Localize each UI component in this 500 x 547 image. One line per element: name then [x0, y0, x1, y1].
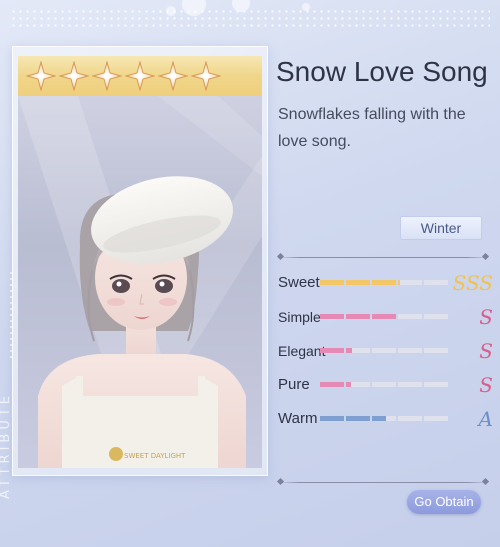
star-icon [191, 61, 221, 91]
season-tag: Winter [400, 216, 482, 240]
stat-row-elegant: Elegant S [278, 338, 493, 364]
section-divider [278, 482, 488, 483]
stat-bar-segment [424, 280, 448, 285]
stat-bar-segment [372, 416, 396, 421]
stat-bar-segment [346, 348, 370, 353]
stat-bar-segment [320, 416, 344, 421]
outfit-title: Snow Love Song [276, 56, 488, 87]
stat-bar-segment [424, 416, 448, 421]
star-icon [158, 61, 188, 91]
stat-grade: SSS [452, 271, 493, 295]
stat-bar-segment [424, 348, 448, 353]
stat-bar [320, 382, 448, 387]
stat-bar [320, 280, 448, 285]
stat-bar-segment [398, 382, 422, 387]
stat-label: Sweet [278, 274, 320, 291]
stat-bar-segment [372, 314, 396, 319]
stat-bar-segment [398, 416, 422, 421]
bubble-decoration [166, 6, 176, 16]
stat-bar-segment [398, 314, 422, 319]
bubble-decoration [302, 3, 310, 11]
stat-grade: A [478, 407, 493, 431]
stat-row-sweet: Sweet SSS [278, 270, 493, 296]
stat-label: Elegant [278, 343, 326, 359]
star-icon [26, 61, 56, 91]
stat-label: Warm [278, 410, 318, 427]
stat-bar-segment [320, 382, 344, 387]
stat-bar-segment [320, 280, 344, 285]
star-icon [59, 61, 89, 91]
stat-row-warm: Warm A [278, 406, 493, 432]
stat-bar-segment [372, 348, 396, 353]
decorative-dots-top [10, 8, 490, 30]
stat-grade: S [479, 339, 493, 363]
stat-bar-segment [424, 382, 448, 387]
stat-bar-segment [320, 348, 344, 353]
stat-label: Pure [278, 376, 310, 393]
stat-bar [320, 348, 448, 353]
star-icon [92, 61, 122, 91]
stat-bar-segment [346, 416, 370, 421]
outfit-description: Snowflakes falling with the love song. [278, 106, 466, 150]
brand-logo-icon [109, 447, 123, 461]
stat-bar-segment [372, 280, 396, 285]
stat-grade: S [479, 305, 493, 329]
star-icon [125, 61, 155, 91]
character-illustration: SWEET DAYLIGHT [18, 96, 262, 468]
stat-bar-segment [424, 314, 448, 319]
stat-bar [320, 416, 448, 421]
stat-bar-segment [346, 280, 370, 285]
stat-row-simple: Simple S [278, 304, 493, 330]
section-divider [278, 257, 488, 258]
outfit-portrait: SWEET DAYLIGHT [18, 96, 262, 468]
stat-label: Simple [278, 309, 321, 325]
stat-bar-segment [346, 314, 370, 319]
stat-grade: S [479, 373, 493, 397]
stat-bar [320, 314, 448, 319]
stat-row-pure: Pure S [278, 372, 493, 398]
stat-bar-segment [372, 382, 396, 387]
stat-bar-segment [346, 382, 370, 387]
stat-bar-segment [398, 348, 422, 353]
brand-badge-text: SWEET DAYLIGHT [124, 452, 186, 460]
go-obtain-button[interactable]: Go Obtain [407, 490, 481, 514]
stat-bar-segment [398, 280, 422, 285]
stat-bar-segment [320, 314, 344, 319]
rarity-stars-bar [18, 56, 262, 96]
